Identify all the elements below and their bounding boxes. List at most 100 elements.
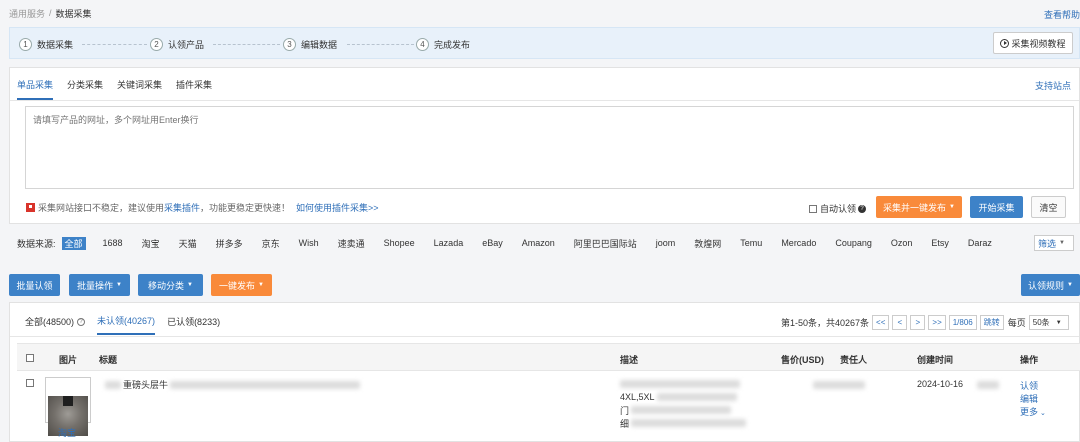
per-page-label: 每页 bbox=[1007, 318, 1026, 328]
product-description: 4XL,5XL 门 细 bbox=[620, 378, 750, 430]
column-owner: 责任人 bbox=[840, 355, 868, 365]
video-tutorial-label: 采集视频教程 bbox=[1011, 38, 1066, 49]
source-temu[interactable]: Temu bbox=[740, 238, 762, 248]
tab-unclaimed[interactable]: 未认领(40267) bbox=[97, 314, 156, 335]
how-to-use-plugin-link[interactable]: 如何使用插件采集>> bbox=[296, 201, 379, 214]
column-image: 图片 bbox=[59, 355, 78, 365]
video-tutorial-button[interactable]: 采集视频教程 bbox=[993, 32, 1073, 54]
product-url-input[interactable] bbox=[25, 106, 1074, 189]
chevron-down-icon: ▼ bbox=[258, 282, 264, 288]
column-created: 创建时间 bbox=[917, 355, 954, 365]
claim-rules-label: 认领规则 bbox=[1028, 280, 1065, 291]
source-amazon[interactable]: Amazon bbox=[522, 238, 555, 248]
move-category-button[interactable]: 移动分类 ▼ bbox=[138, 274, 203, 296]
per-page-value: 50条 bbox=[1032, 318, 1050, 327]
source-mercado[interactable]: Mercado bbox=[781, 238, 816, 248]
next-page-button[interactable]: > bbox=[910, 315, 926, 330]
more-dropdown[interactable]: 更多 ⌄ bbox=[1020, 405, 1046, 418]
column-operations: 操作 bbox=[1020, 355, 1039, 365]
divider bbox=[10, 336, 1079, 337]
notice-text-pre: 采集网站接口不稳定，建议使用 bbox=[38, 203, 165, 213]
source-coupang[interactable]: Coupang bbox=[835, 238, 872, 248]
source-etsy[interactable]: Etsy bbox=[931, 238, 949, 248]
source-taobao[interactable]: 淘宝 bbox=[142, 237, 160, 250]
claim-link[interactable]: 认领 bbox=[1020, 379, 1046, 392]
source-daraz[interactable]: Daraz bbox=[968, 238, 992, 248]
source-ozon[interactable]: Ozon bbox=[891, 238, 913, 248]
source-aliexpress[interactable]: 速卖通 bbox=[338, 237, 365, 250]
last-page-button[interactable]: >> bbox=[928, 315, 946, 330]
help-link[interactable]: 查看帮助 bbox=[1044, 8, 1080, 21]
help-icon[interactable]: ? bbox=[858, 204, 867, 213]
auto-claim-option[interactable]: 自动认领 ? bbox=[809, 202, 867, 215]
supported-sites-link[interactable]: 支持站点 bbox=[1035, 79, 1071, 92]
tab-category-collect[interactable]: 分类采集 bbox=[67, 78, 103, 100]
jump-button[interactable]: 跳转 bbox=[979, 315, 1004, 330]
collect-and-publish-button[interactable]: 采集并一键发布 ▼ bbox=[876, 196, 962, 218]
source-shopee[interactable]: Shopee bbox=[384, 238, 415, 248]
move-category-label: 移动分类 bbox=[148, 280, 185, 291]
prev-page-button[interactable]: < bbox=[892, 315, 908, 330]
help-icon[interactable]: ? bbox=[77, 317, 86, 326]
page-indicator[interactable]: 1/806 bbox=[948, 315, 977, 330]
step-connector bbox=[213, 44, 280, 45]
source-lazada[interactable]: Lazada bbox=[434, 238, 464, 248]
claim-rules-button[interactable]: 认领规则 ▼ bbox=[1021, 274, 1080, 296]
filter-select[interactable]: 筛选 ▼ bbox=[1034, 235, 1074, 251]
collect-plugin-link[interactable]: 采集插件 bbox=[164, 201, 200, 214]
edit-link[interactable]: 编辑 bbox=[1020, 392, 1046, 405]
breadcrumb-separator: / bbox=[49, 8, 52, 18]
auto-claim-checkbox[interactable] bbox=[809, 204, 817, 213]
table-row: 淘宝 重磅头层牛 4XL,5XL 门 细 2024-10-16 认领 编辑 更多… bbox=[17, 371, 1080, 442]
source-dhgate[interactable]: 敦煌网 bbox=[694, 237, 721, 250]
step-4: 4 完成发布 bbox=[416, 36, 470, 52]
per-page-select[interactable]: 50条 ▼ bbox=[1028, 315, 1069, 330]
product-title[interactable]: 重磅头层牛 bbox=[105, 378, 361, 391]
tab-plugin-collect[interactable]: 插件采集 bbox=[176, 78, 212, 100]
data-source-label: 数据来源: bbox=[17, 238, 56, 249]
chevron-down-icon: ▼ bbox=[187, 282, 193, 288]
source-joom[interactable]: joom bbox=[656, 238, 676, 248]
description-line: 4XL,5XL bbox=[620, 391, 750, 403]
first-page-button[interactable]: << bbox=[872, 315, 890, 330]
source-alibaba[interactable]: 阿里巴巴国际站 bbox=[574, 237, 637, 250]
one-click-publish-button[interactable]: 一键发布 ▼ bbox=[211, 274, 272, 296]
step-label: 完成发布 bbox=[434, 39, 471, 50]
tab-single-collect[interactable]: 单品采集 bbox=[17, 78, 54, 100]
chevron-down-icon: ▼ bbox=[116, 282, 122, 288]
select-all-checkbox[interactable] bbox=[26, 354, 34, 362]
plugin-notice: 采集网站接口不稳定，建议使用 采集插件 ，功能更稳定更快速！ 如何使用插件采集>… bbox=[26, 201, 379, 214]
tab-keyword-collect[interactable]: 关键词采集 bbox=[117, 78, 162, 100]
collect-tabs: 单品采集 分类采集 关键词采集 插件采集 bbox=[17, 78, 226, 100]
chevron-down-icon: ⌄ bbox=[1040, 410, 1046, 417]
tab-all[interactable]: 全部(48500) ? bbox=[25, 314, 86, 335]
source-jd[interactable]: 京东 bbox=[262, 237, 280, 250]
tab-all-label: 全部(48500) bbox=[25, 317, 75, 327]
product-thumbnail[interactable] bbox=[45, 377, 91, 436]
row-operations: 认领 编辑 更多 ⌄ bbox=[1020, 379, 1046, 418]
step-number: 2 bbox=[150, 37, 163, 51]
batch-operations-button[interactable]: 批量操作 ▼ bbox=[69, 274, 130, 296]
status-tabs: 全部(48500) ? 未认领(40267) 已认领(8233) bbox=[25, 314, 232, 335]
step-number: 1 bbox=[19, 37, 32, 51]
step-label: 认领产品 bbox=[168, 39, 205, 50]
product-title-text: 重磅头层牛 bbox=[123, 380, 169, 390]
clear-button[interactable]: 清空 bbox=[1031, 196, 1066, 218]
source-pinduoduo[interactable]: 拼多多 bbox=[216, 237, 243, 250]
breadcrumb-root[interactable]: 通用服务 bbox=[9, 7, 45, 20]
source-all[interactable]: 全部 bbox=[61, 236, 86, 250]
source-tmall[interactable]: 天猫 bbox=[179, 237, 197, 250]
source-1688[interactable]: 1688 bbox=[103, 238, 123, 248]
data-source-filter: 数据来源: 全部 1688 淘宝 天猫 拼多多 京东 Wish 速卖通 Shop… bbox=[17, 236, 992, 250]
row-checkbox[interactable] bbox=[26, 379, 34, 387]
column-price: 售价(USD) bbox=[781, 355, 824, 365]
source-ebay[interactable]: eBay bbox=[482, 238, 503, 248]
start-collect-button[interactable]: 开始采集 bbox=[970, 196, 1023, 218]
source-wish[interactable]: Wish bbox=[299, 238, 319, 248]
chevron-down-icon: ▼ bbox=[1059, 240, 1065, 246]
redacted-text bbox=[105, 380, 121, 389]
description-line: 门 bbox=[620, 404, 750, 416]
tab-claimed[interactable]: 已认领(8233) bbox=[167, 314, 220, 335]
batch-claim-button[interactable]: 批量认领 bbox=[9, 274, 60, 296]
source-link[interactable]: 淘宝 bbox=[58, 426, 76, 439]
